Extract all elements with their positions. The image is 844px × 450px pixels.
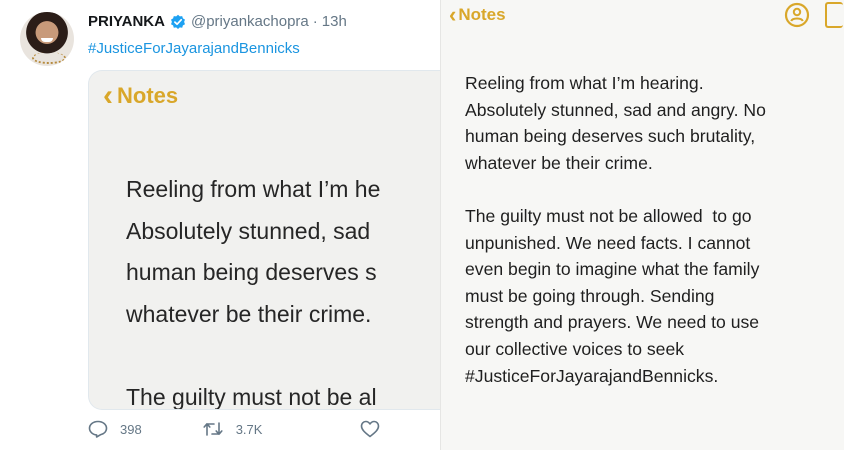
hashtag-link[interactable]: #JusticeForJayarajandBennicks [88, 40, 300, 57]
timestamp[interactable]: 13h [322, 13, 347, 30]
note-line: #JusticeForJayarajandBennicks. [465, 365, 719, 386]
card-note-text: Reeling from what I’m he Absolutely stun… [126, 169, 441, 410]
retweet-icon [203, 422, 223, 436]
note-line: human being deserves such brutality, [465, 126, 756, 147]
note-body: Reeling from what I’m hearing. Absolutel… [465, 70, 844, 389]
handle[interactable]: @priyankachopra [191, 13, 309, 30]
reply-icon [88, 420, 108, 438]
note-line: Reeling from what I’m hearing. [465, 73, 704, 93]
notes-back-button: ‹ Notes [103, 81, 178, 111]
card-line: whatever be their crime. [126, 300, 372, 327]
note-line: must be going through. Sending [465, 285, 715, 306]
reply-count: 398 [120, 421, 142, 437]
tweet-actions: 398 3.7K [88, 420, 392, 438]
note-line: even begin to imagine what the family [465, 259, 760, 280]
note-line: The guilty must not be allowed to go [465, 205, 752, 226]
reply-button[interactable]: 398 [88, 420, 142, 438]
share-person-icon[interactable] [783, 2, 811, 28]
card-line: Absolutely stunned, sad [126, 217, 371, 244]
verified-badge-icon [170, 14, 185, 29]
note-line: whatever be their crime. [465, 152, 653, 173]
display-name[interactable]: PRIYANKA [88, 13, 165, 30]
card-line: The guilty must not be al [126, 383, 377, 410]
tweet: PRIYANKA @priyankachopra · 13h #JusticeF… [0, 0, 441, 450]
separator-dot: · [312, 13, 318, 30]
avatar[interactable] [20, 12, 74, 66]
avatar-smile [41, 38, 53, 42]
note-line: Absolutely stunned, sad and angry. No [465, 99, 766, 120]
card-line: human being deserves s [126, 259, 377, 285]
like-icon [361, 420, 380, 438]
avatar-necklace [32, 52, 66, 64]
retweet-button[interactable]: 3.7K [202, 420, 263, 438]
chevron-left-icon: ‹ [103, 79, 113, 112]
chevron-left-icon: ‹ [449, 2, 457, 27]
tweet-header: PRIYANKA @priyankachopra · 13h [88, 13, 347, 30]
card-line: Reeling from what I’m he [126, 176, 381, 202]
note-line: our collective voices to seek [465, 338, 685, 359]
notes-back-button[interactable]: ‹ Notes [449, 4, 506, 26]
notes-back-label: Notes [117, 83, 179, 108]
like-button[interactable] [360, 420, 392, 438]
attached-image[interactable]: ‹ Notes Reeling from what I’m he Absolut… [88, 70, 441, 410]
compose-icon[interactable] [825, 2, 843, 28]
note-line: strength and prayers. We need to use [465, 312, 760, 333]
retweet-count: 3.7K [235, 421, 263, 437]
notes-screenshot: ‹ Notes Reeling from what I’m hearing. A… [440, 0, 844, 450]
notes-back-label: Notes [458, 5, 506, 24]
note-line: unpunished. We need facts. I cannot [465, 232, 751, 253]
